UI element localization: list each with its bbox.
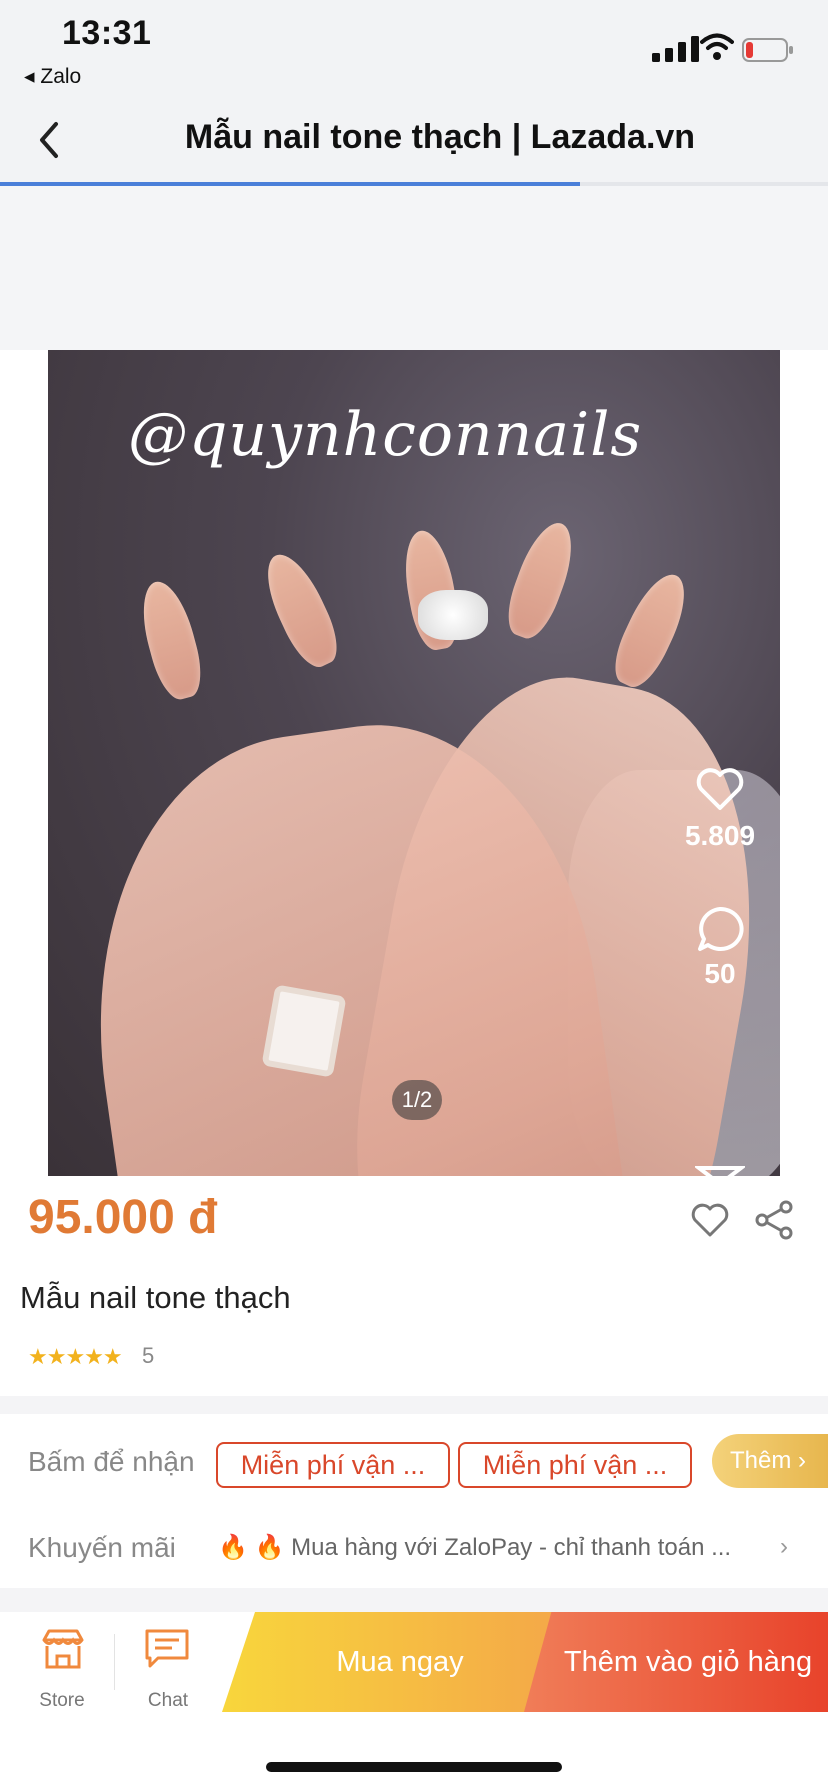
signal-icon bbox=[652, 36, 699, 62]
wishlist-heart-icon[interactable] bbox=[690, 1202, 730, 1238]
nail-shape bbox=[254, 545, 348, 675]
image-counter: 1/2 bbox=[392, 1080, 442, 1120]
star-rating-icon: ★★★★★ bbox=[28, 1344, 123, 1369]
more-vouchers-label: Thêm bbox=[730, 1447, 792, 1474]
voucher-chip[interactable]: Miễn phí vận ... bbox=[458, 1442, 692, 1488]
share-icon[interactable] bbox=[754, 1200, 794, 1240]
heart-icon[interactable] bbox=[695, 766, 745, 812]
promo-label: Khuyến mãi bbox=[28, 1532, 176, 1563]
banner-placeholder bbox=[0, 186, 828, 350]
battery-icon bbox=[742, 38, 793, 62]
comment-icon[interactable] bbox=[695, 906, 745, 952]
ring-icon bbox=[261, 984, 347, 1078]
buy-now-button[interactable]: Mua ngay bbox=[222, 1612, 552, 1712]
store-label[interactable]: Store bbox=[22, 1690, 102, 1712]
page-title: Mẫu nail tone thạch | Lazada.vn bbox=[184, 118, 696, 156]
product-image[interactable]: @quynhconnails 1/2 5.809 50 bbox=[48, 350, 780, 1176]
chat-icon[interactable] bbox=[144, 1628, 190, 1670]
status-time: 13:31 bbox=[62, 14, 152, 52]
bow-charm-icon bbox=[418, 590, 488, 640]
more-vouchers-button[interactable]: Thêm › bbox=[712, 1434, 828, 1488]
home-indicator[interactable] bbox=[266, 1762, 562, 1772]
image-watermark: @quynhconnails bbox=[128, 400, 643, 470]
nail-shape bbox=[498, 515, 584, 645]
store-icon[interactable] bbox=[40, 1628, 86, 1670]
section-divider bbox=[0, 1396, 828, 1414]
nail-shape bbox=[133, 576, 209, 704]
rating-value: 5 bbox=[142, 1343, 155, 1368]
nail-shape bbox=[604, 565, 698, 695]
comment-count: 50 bbox=[704, 958, 736, 989]
chevron-right-icon[interactable]: › bbox=[780, 1533, 788, 1561]
product-name: Mẫu nail tone thạch bbox=[20, 1280, 291, 1315]
divider bbox=[114, 1634, 115, 1690]
product-price: 95.000 đ bbox=[28, 1191, 218, 1244]
back-arrow-icon[interactable] bbox=[30, 116, 70, 164]
wifi-icon bbox=[700, 33, 734, 60]
chevron-right-icon: › bbox=[798, 1447, 807, 1474]
section-divider bbox=[0, 1588, 828, 1612]
chat-label[interactable]: Chat bbox=[128, 1690, 208, 1712]
send-icon[interactable] bbox=[695, 1164, 745, 1176]
claim-label: Bấm để nhận bbox=[28, 1446, 195, 1477]
add-to-cart-button[interactable]: Thêm vào giỏ hàng bbox=[524, 1612, 828, 1712]
back-to-app-link[interactable]: ◂ Zalo bbox=[24, 64, 81, 89]
voucher-chip[interactable]: Miễn phí vận ... bbox=[216, 1442, 450, 1488]
like-count: 5.809 bbox=[684, 820, 756, 851]
promo-text[interactable]: 🔥 🔥 Mua hàng với ZaloPay - chỉ thanh toá… bbox=[218, 1533, 731, 1562]
